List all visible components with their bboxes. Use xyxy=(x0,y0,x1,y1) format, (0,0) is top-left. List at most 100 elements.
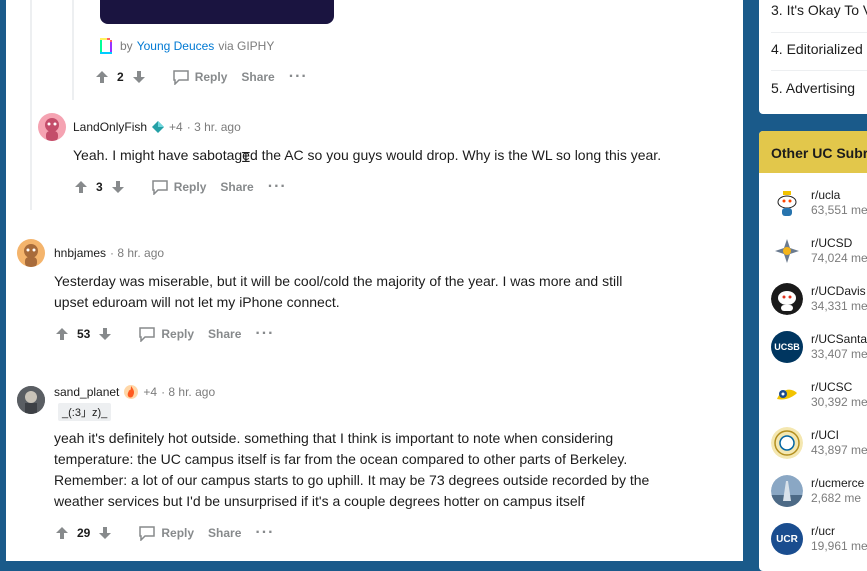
subreddit-item[interactable]: r/UCSD 74,024 me xyxy=(771,231,867,271)
comment-body: yeah it's definitely hot outside. someth… xyxy=(54,428,649,512)
subreddit-members: 74,024 me xyxy=(811,251,867,265)
downvote-icon[interactable] xyxy=(132,70,146,84)
username[interactable]: hnbjames xyxy=(54,246,106,260)
timestamp: · 8 hr. ago xyxy=(161,385,216,399)
reply-icon xyxy=(139,327,156,342)
reply-label: Reply xyxy=(161,327,195,341)
upvote-icon[interactable] xyxy=(55,327,69,341)
comment-actions: 53 Reply Share ··· xyxy=(55,324,274,344)
subreddit-members: 43,897 me xyxy=(811,443,867,457)
comment-line: temperature: the UC campus itself is far… xyxy=(54,451,628,467)
share-label: Share xyxy=(208,327,242,341)
subreddit-ucsb-icon: UCSB xyxy=(771,331,803,363)
subreddit-name: r/ucla xyxy=(811,188,841,202)
comment-body: Yesterday was miserable, but it will be … xyxy=(54,271,622,313)
upvote-icon[interactable] xyxy=(74,180,88,194)
subreddit-members: 34,331 me xyxy=(811,299,867,313)
comment-actions: 3 Reply Share ··· xyxy=(74,177,287,197)
subreddit-item[interactable]: UCSB r/UCSanta 33,407 me xyxy=(771,327,867,367)
card-title: Other UC Subr xyxy=(771,145,867,161)
other-subreddits-card: Other UC Subr r/ucla 63,551 me r/UCSD 74,0… xyxy=(759,131,867,571)
subreddit-name: r/UCSC xyxy=(811,380,853,394)
downvote-icon[interactable] xyxy=(98,327,112,341)
vote-score: 53 xyxy=(77,327,91,341)
subreddit-ucsd-icon xyxy=(771,235,803,267)
subreddit-members: 63,551 me xyxy=(811,203,867,217)
avatar[interactable] xyxy=(17,239,45,267)
divider xyxy=(771,70,867,71)
rule-item[interactable]: 5. Advertising xyxy=(771,80,855,96)
comment-line: weather services but I'd be unsurprised … xyxy=(54,493,585,509)
share-label: Share xyxy=(208,526,242,540)
username[interactable]: sand_planet xyxy=(54,385,119,399)
reply-button[interactable]: Reply xyxy=(172,69,227,85)
upvote-icon[interactable] xyxy=(95,70,109,84)
subreddit-item[interactable]: r/ucmerce 2,682 me xyxy=(771,471,864,511)
more-options-icon[interactable]: ··· xyxy=(268,179,287,195)
subreddit-uci-icon xyxy=(771,427,803,459)
comment-actions: 2 Reply Share ··· xyxy=(95,67,308,87)
downvote-icon[interactable] xyxy=(111,180,125,194)
avatar[interactable] xyxy=(38,113,66,141)
subreddit-item[interactable]: r/UCI 43,897 me xyxy=(771,423,867,463)
rule-item[interactable]: 3. It's Okay To V xyxy=(771,2,867,18)
downvote-icon[interactable] xyxy=(98,526,112,540)
card-header: Other UC Subr xyxy=(759,131,867,173)
subreddit-name: r/ucr xyxy=(811,524,835,538)
comments-panel: by Young Deuces via GIPHY 2 Reply Share … xyxy=(6,0,743,561)
subreddit-members: 33,407 me xyxy=(811,347,867,361)
subreddit-item[interactable]: r/UCDavis 34,331 me xyxy=(771,279,867,319)
reply-icon xyxy=(172,70,189,85)
subreddit-ucsc-icon xyxy=(771,379,803,411)
vote-score: 2 xyxy=(117,70,124,84)
comment-body: Yeah. I might have sabotaged the AC so y… xyxy=(73,147,662,163)
subreddit-name: r/UCSD xyxy=(811,236,853,250)
timestamp: · 8 hr. ago xyxy=(110,246,165,260)
share-button[interactable]: Share xyxy=(208,526,241,540)
subreddit-item[interactable]: r/UCSC 30,392 me xyxy=(771,375,867,415)
subreddit-name: r/UCDavis xyxy=(811,284,866,298)
share-label: Share xyxy=(220,180,254,194)
subreddit-name: r/UCSanta xyxy=(811,332,867,346)
share-label: Share xyxy=(241,70,275,84)
ucsb-icon-text: UCSB xyxy=(774,342,800,352)
text-cursor-icon: Ɪ xyxy=(242,149,250,165)
more-options-icon[interactable]: ··· xyxy=(255,525,274,541)
giphy-by: by xyxy=(120,39,133,53)
reply-button[interactable]: Reply xyxy=(138,525,194,541)
subreddit-name: r/ucmerce xyxy=(811,476,865,490)
subreddit-ucmerced-icon xyxy=(771,475,803,507)
reply-icon xyxy=(139,526,156,541)
share-button[interactable]: Share xyxy=(220,180,253,194)
more-options-icon[interactable]: ··· xyxy=(289,69,308,85)
fire-badge-icon xyxy=(124,385,139,399)
reply-icon xyxy=(151,180,168,195)
username[interactable]: LandOnlyFish xyxy=(73,120,147,134)
vote-score: 29 xyxy=(77,526,91,540)
thread-line[interactable] xyxy=(30,0,32,210)
divider xyxy=(771,32,867,33)
more-options-icon[interactable]: ··· xyxy=(255,326,274,342)
rule-item[interactable]: 4. Editorialized xyxy=(771,41,863,57)
subreddit-name: r/UCI xyxy=(811,428,839,442)
gif-image[interactable] xyxy=(100,0,334,24)
reply-button[interactable]: Reply xyxy=(151,179,207,195)
avatar[interactable] xyxy=(17,386,45,414)
comment-line: upset eduroam will not let my iPhone con… xyxy=(54,294,340,310)
subreddit-item[interactable]: UCR r/ucr 19,961 me xyxy=(771,519,867,559)
share-button[interactable]: Share xyxy=(208,327,241,341)
achievement-badge-icon xyxy=(152,121,165,133)
giphy-author-link[interactable]: Young Deuces xyxy=(137,39,215,53)
comment-header: hnbjames · 8 hr. ago xyxy=(54,246,164,260)
rules-card: 3. It's Okay To V 4. Editorialized 5. Ad… xyxy=(759,0,867,114)
reply-label: Reply xyxy=(173,180,207,194)
share-button[interactable]: Share xyxy=(241,70,274,84)
vote-score: 3 xyxy=(96,180,103,194)
subreddit-members: 2,682 me xyxy=(811,491,862,505)
upvote-icon[interactable] xyxy=(55,526,69,540)
reply-button[interactable]: Reply xyxy=(138,326,194,342)
thread-line[interactable] xyxy=(72,0,74,100)
subreddit-item[interactable]: r/ucla 63,551 me xyxy=(771,183,867,223)
giphy-source: via GIPHY xyxy=(218,39,275,53)
karma-count: +4 xyxy=(169,120,183,134)
